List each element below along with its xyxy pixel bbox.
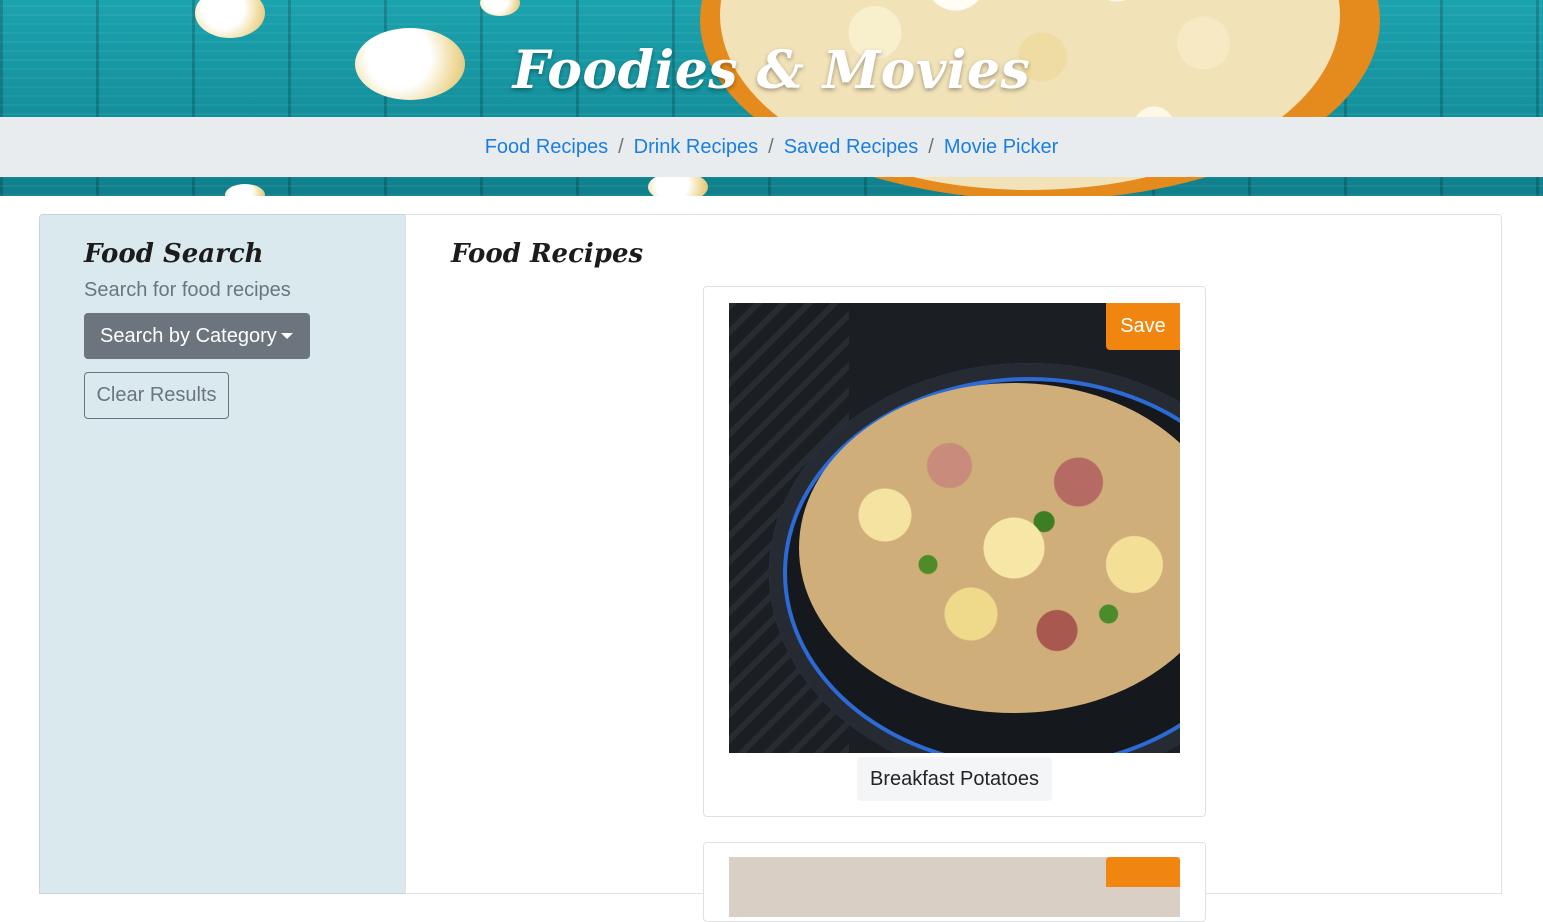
recipe-name[interactable]: Breakfast Potatoes: [857, 757, 1052, 801]
search-by-category-dropdown[interactable]: Search by Category: [84, 313, 310, 359]
hero-header: Foodies & Movies Food Recipes / Drink Re…: [0, 0, 1543, 196]
save-recipe-button[interactable]: [1106, 857, 1180, 887]
recipe-card: Save Breakfast Potatoes: [703, 286, 1206, 817]
sidebar-title: Food Search: [84, 239, 264, 269]
nav-saved-recipes[interactable]: Saved Recipes: [784, 136, 919, 159]
food-search-sidebar: Food Search Search for food recipes Sear…: [39, 214, 406, 894]
breadcrumb-separator: /: [928, 135, 934, 158]
sidebar-subtitle: Search for food recipes: [84, 279, 291, 301]
recipe-image[interactable]: [729, 303, 1180, 753]
breadcrumb: Food Recipes / Drink Recipes / Saved Rec…: [0, 117, 1543, 177]
site-title: Foodies & Movies: [512, 40, 1031, 101]
nav-food-recipes[interactable]: Food Recipes: [485, 136, 608, 159]
nav-movie-picker[interactable]: Movie Picker: [944, 136, 1058, 159]
recipes-panel: Food Recipes Save Breakfast Potatoes: [405, 214, 1502, 922]
caret-down-icon: [281, 333, 293, 339]
nav-drink-recipes[interactable]: Drink Recipes: [634, 136, 758, 159]
clear-results-button[interactable]: Clear Results: [84, 372, 229, 419]
recipes-title: Food Recipes: [451, 239, 644, 269]
breadcrumb-separator: /: [768, 135, 774, 158]
breadcrumb-separator: /: [618, 135, 624, 158]
save-recipe-button[interactable]: Save: [1106, 303, 1180, 350]
recipe-card: [703, 842, 1206, 922]
category-button-label: Search by Category: [100, 324, 277, 347]
